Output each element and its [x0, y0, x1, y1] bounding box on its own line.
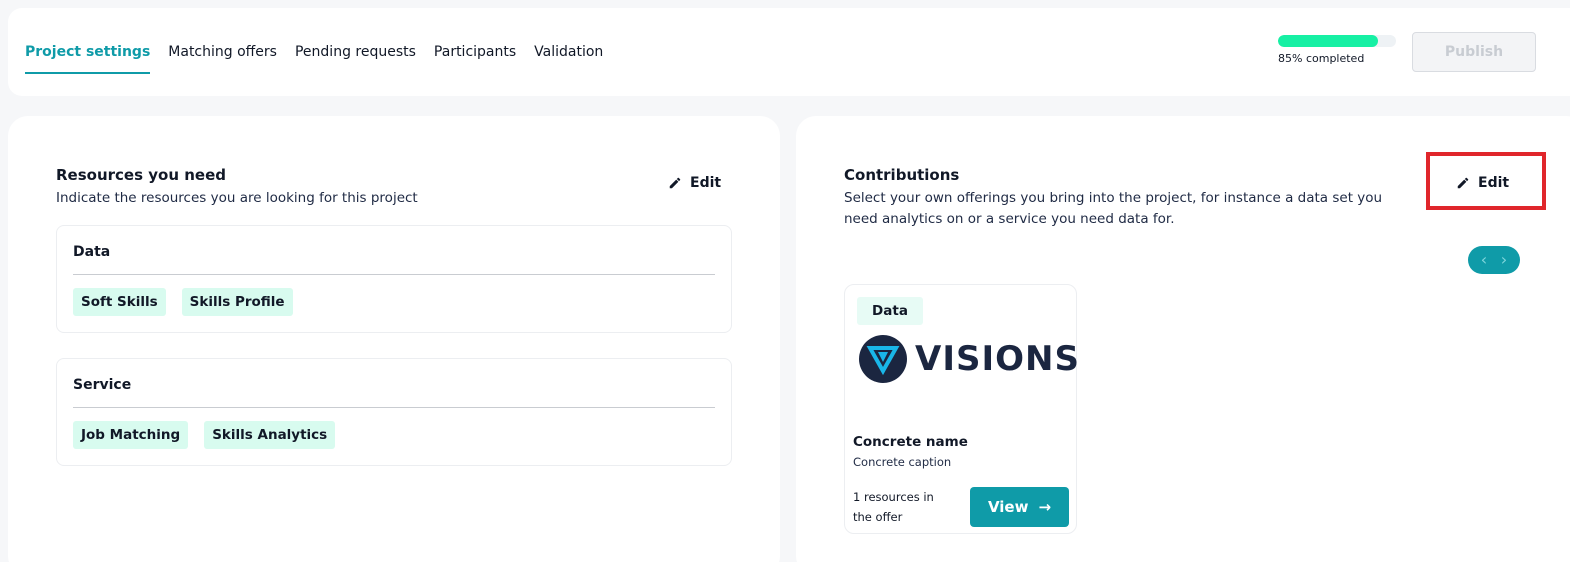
arrow-right-icon: →	[1038, 498, 1052, 516]
publish-button[interactable]: Publish	[1412, 32, 1536, 72]
offer-resource-count: 1 resources in the offer	[853, 490, 934, 524]
logo-text: VISIONS	[915, 339, 1080, 379]
contributions-panel: Contributions Select your own offerings …	[796, 116, 1570, 562]
tab-project-settings[interactable]: Project settings	[25, 44, 151, 74]
chip-skills-profile: Skills Profile	[181, 288, 293, 316]
resource-chips: Job Matching Skills Analytics	[73, 421, 336, 449]
carousel-controls: ‹ ›	[1468, 246, 1520, 274]
chevron-right-icon[interactable]: ›	[1501, 252, 1507, 268]
chip-soft-skills: Soft Skills	[73, 288, 166, 316]
progress-fill	[1278, 35, 1379, 47]
pencil-icon	[1457, 177, 1469, 189]
offer-caption: Concrete caption	[853, 455, 952, 469]
chip-skills-analytics: Skills Analytics	[204, 421, 336, 449]
divider	[73, 274, 715, 275]
tab-list: Project settings Matching offers Pending…	[25, 44, 621, 74]
visions-logo: VISIONS	[859, 335, 1080, 383]
chevron-left-icon[interactable]: ‹	[1481, 252, 1487, 268]
contributions-subtitle: Select your own offerings you bring into…	[844, 190, 1383, 227]
chip-job-matching: Job Matching	[73, 421, 189, 449]
resource-group-title: Data	[73, 244, 111, 260]
top-nav-bar: Project settings Matching offers Pending…	[8, 8, 1570, 96]
offer-type-badge: Data	[857, 297, 923, 325]
view-label: View	[987, 498, 1029, 516]
resources-title: Resources you need	[56, 166, 226, 184]
resource-group-title: Service	[73, 377, 132, 393]
contributions-edit-button[interactable]: Edit	[1456, 175, 1509, 191]
progress-indicator: 85% completed	[1278, 35, 1398, 65]
tab-matching-offers[interactable]: Matching offers	[168, 44, 277, 74]
resources-edit-button[interactable]: Edit	[668, 175, 721, 191]
contributions-title: Contributions	[844, 166, 960, 184]
offer-name: Concrete name	[853, 434, 968, 450]
resource-group-data: Data Soft Skills Skills Profile	[56, 225, 732, 333]
tab-validation[interactable]: Validation	[534, 44, 603, 74]
resource-chips: Soft Skills Skills Profile	[73, 288, 293, 316]
progress-label: 85% completed	[1278, 52, 1365, 65]
progress-track	[1278, 35, 1396, 47]
pencil-icon	[669, 177, 681, 189]
resources-panel: Resources you need Indicate the resource…	[8, 116, 780, 562]
view-button[interactable]: View →	[970, 487, 1069, 527]
tab-pending-requests[interactable]: Pending requests	[295, 44, 416, 74]
visions-logo-icon	[859, 335, 907, 383]
contributions-edit-label: Edit	[1478, 175, 1510, 191]
resources-subtitle: Indicate the resources you are looking f…	[56, 190, 418, 206]
resource-group-service: Service Job Matching Skills Analytics	[56, 358, 732, 466]
offer-card[interactable]: Data VISIONS Concrete name Concrete capt…	[844, 284, 1080, 534]
tab-participants[interactable]: Participants	[434, 44, 516, 74]
divider	[73, 407, 715, 408]
resources-edit-label: Edit	[690, 175, 722, 191]
